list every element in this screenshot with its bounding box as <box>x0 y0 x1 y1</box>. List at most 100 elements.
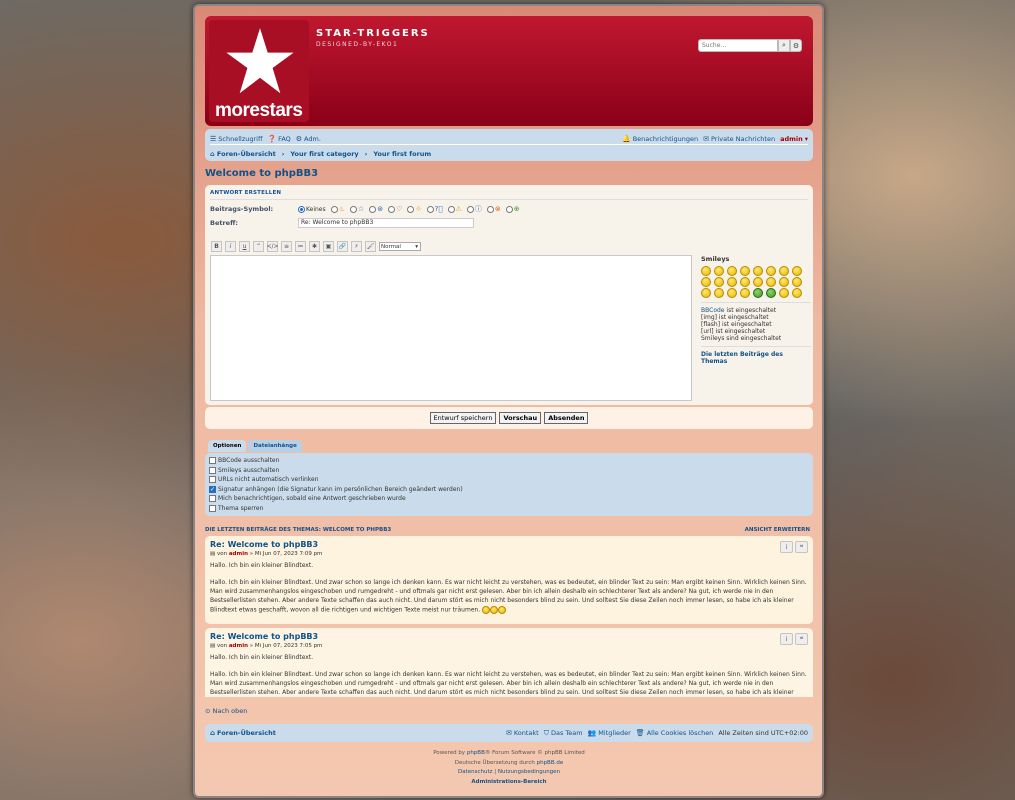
post-title[interactable]: Re: Welcome to phpBB3 <box>210 632 808 641</box>
checkbox[interactable] <box>209 504 216 512</box>
tab-attachments[interactable]: Dateianhänge <box>248 440 302 452</box>
radio[interactable] <box>466 205 474 213</box>
checkbox[interactable] <box>209 476 216 484</box>
list-button[interactable]: ≡ <box>281 241 292 252</box>
smiley-icon[interactable] <box>792 288 802 298</box>
post-icon-option[interactable]: ☆ <box>349 205 364 213</box>
smiley-icon[interactable] <box>714 277 724 287</box>
smiley-icon[interactable] <box>714 266 724 276</box>
notifications-link[interactable]: 🔔 Benachrichtigungen <box>622 135 698 143</box>
smiley-icon[interactable] <box>701 288 711 298</box>
post-icon-option[interactable]: ⊗ <box>486 205 501 213</box>
radio[interactable] <box>505 205 513 213</box>
radio-selected[interactable] <box>298 205 305 213</box>
option-attach-signature[interactable]: ✓ Signatur anhängen (die Signatur kann im… <box>209 485 809 495</box>
post-icon-option[interactable]: ♨ <box>330 205 345 213</box>
checkbox[interactable] <box>209 495 216 503</box>
post-icon-option[interactable]: ☼ <box>407 205 422 213</box>
radio[interactable] <box>349 205 357 213</box>
submit-button[interactable]: Absenden <box>544 412 589 424</box>
info-button[interactable]: i <box>780 541 793 553</box>
post-author[interactable]: admin <box>229 551 248 557</box>
info-button[interactable]: i <box>780 633 793 645</box>
smiley-icon[interactable] <box>727 266 737 276</box>
post-icon-option[interactable]: ⊕ <box>505 205 520 213</box>
bbcode-link[interactable]: BBCode <box>701 307 725 314</box>
post-icon-option[interactable]: ⊛ <box>369 205 383 213</box>
members-link[interactable]: 👥 Mitglieder <box>588 729 631 737</box>
smiley-icon[interactable] <box>766 266 776 276</box>
smiley-icon[interactable] <box>740 266 750 276</box>
font-size-select[interactable]: Normal ▾ <box>379 242 421 251</box>
option-disable-bbcode[interactable]: BBCode ausschalten <box>209 456 809 466</box>
tab-options[interactable]: Optionen <box>208 440 247 452</box>
bold-button[interactable]: B <box>211 241 222 252</box>
contact-link[interactable]: ✉ Kontakt <box>506 729 539 737</box>
underline-button[interactable]: u <box>239 241 250 252</box>
post-author[interactable]: admin <box>229 643 248 649</box>
radio[interactable] <box>369 205 377 213</box>
code-button[interactable]: </> <box>266 241 279 252</box>
breadcrumb-category[interactable]: Your first category <box>290 150 358 158</box>
last-posts-link[interactable]: Die letzten Beiträge des Themas <box>701 351 811 365</box>
radio[interactable] <box>426 205 434 213</box>
ordered-list-button[interactable]: ≔ <box>295 241 306 252</box>
smiley-icon[interactable] <box>779 266 789 276</box>
sick-smiley-icon[interactable] <box>766 288 776 298</box>
image-button[interactable]: ▣ <box>323 241 334 252</box>
smiley-icon[interactable] <box>766 277 776 287</box>
radio[interactable] <box>486 205 494 213</box>
alien-smiley-icon[interactable] <box>753 288 763 298</box>
radio[interactable] <box>388 205 396 213</box>
smiley-icon[interactable] <box>753 277 763 287</box>
smiley-icon[interactable] <box>701 277 711 287</box>
expand-view-link[interactable]: ANSICHT ERWEITERN <box>745 527 810 533</box>
smiley-icon[interactable] <box>740 277 750 287</box>
team-link[interactable]: ⛉ Das Team <box>544 729 583 738</box>
smiley-icon[interactable] <box>727 288 737 298</box>
smiley-icon[interactable] <box>779 288 789 298</box>
breadcrumb-forum[interactable]: Your first forum <box>373 150 431 158</box>
post-icon-option[interactable]: ⓘ <box>466 204 482 214</box>
quick-links-menu[interactable]: ☰ Schnellzugriff <box>210 135 262 143</box>
option-disable-magic-url[interactable]: URLs nicht automatisch verlinken <box>209 475 809 485</box>
quote-button[interactable]: ❝ <box>795 633 808 645</box>
preview-button[interactable]: Vorschau <box>499 412 542 424</box>
advanced-search-button[interactable]: ⚙ <box>790 39 802 52</box>
quote-button[interactable]: “ <box>253 241 264 252</box>
topic-title[interactable]: Welcome to phpBB3 <box>205 168 318 179</box>
option-notify[interactable]: Mich benachrichtigen, sobald eine Antwor… <box>209 494 809 504</box>
smiley-icon[interactable] <box>714 288 724 298</box>
checkbox-checked[interactable]: ✓ <box>209 485 216 493</box>
message-textarea[interactable] <box>210 255 692 401</box>
post-icon-option[interactable]: ⚠ <box>447 205 462 213</box>
site-logo[interactable]: morestars <box>209 20 309 122</box>
option-disable-smileys[interactable]: Smileys ausschalten <box>209 466 809 476</box>
smiley-icon[interactable] <box>701 266 711 276</box>
color-button[interactable]: 🖌 <box>365 241 376 252</box>
back-to-top-link[interactable]: ⊙ Nach oben <box>205 707 247 715</box>
post-title[interactable]: Re: Welcome to phpBB3 <box>210 540 808 549</box>
user-menu[interactable]: admin ▾ <box>780 135 808 143</box>
flash-button[interactable]: ⚡ <box>351 241 362 252</box>
radio[interactable] <box>407 205 415 213</box>
italic-button[interactable]: i <box>225 241 236 252</box>
acp-footer-link[interactable]: Administrations-Bereich <box>471 779 546 785</box>
private-messages-link[interactable]: ✉ Private Nachrichten <box>703 135 775 143</box>
smiley-icon[interactable] <box>792 277 802 287</box>
search-input[interactable] <box>698 39 778 52</box>
checkbox[interactable] <box>209 457 216 465</box>
acp-link[interactable]: ⚙ Adm. <box>296 135 321 143</box>
terms-link[interactable]: Nutzungsbedingungen <box>498 769 560 775</box>
checkbox[interactable] <box>209 466 216 474</box>
smiley-icon[interactable] <box>727 277 737 287</box>
phpbb-link[interactable]: phpBB <box>467 750 485 756</box>
post-icon-none[interactable]: Keines <box>298 205 326 213</box>
quote-button[interactable]: ❝ <box>795 541 808 553</box>
subject-input[interactable]: Re: Welcome to phpBB3 <box>298 218 474 228</box>
post-icon-option[interactable]: ♡ <box>388 205 402 213</box>
footer-home-link[interactable]: ⌂ Foren-Übersicht <box>210 729 276 737</box>
save-draft-button[interactable]: Entwurf speichern <box>429 412 497 424</box>
option-lock-topic[interactable]: Thema sperren <box>209 504 809 514</box>
delete-cookies-link[interactable]: 🗑 Alle Cookies löschen <box>636 729 714 737</box>
